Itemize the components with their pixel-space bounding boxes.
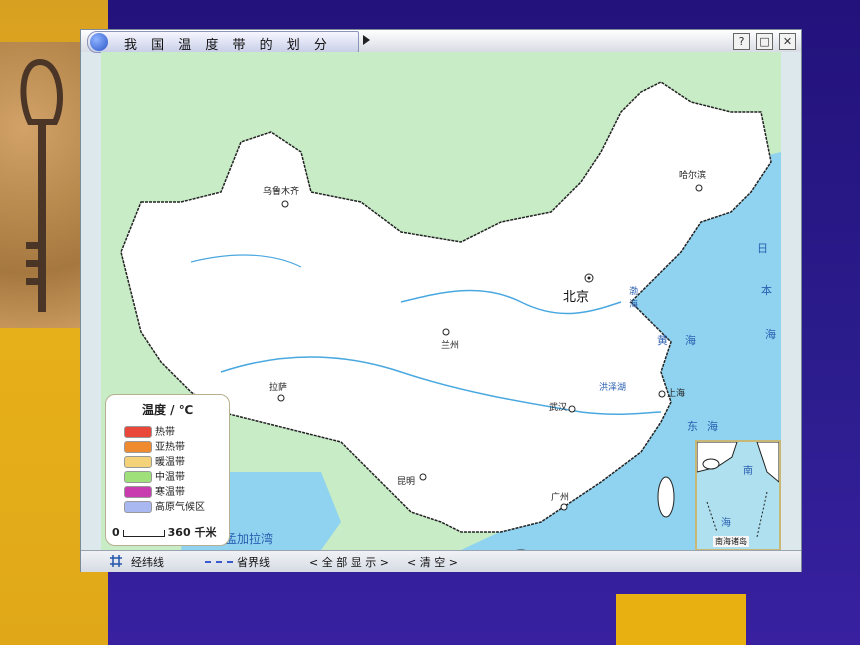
legend-label: 热带	[155, 427, 175, 438]
grid-icon[interactable]	[109, 554, 123, 568]
sea-label-riben-2: 本	[761, 284, 772, 297]
city-label-kunming: 昆明	[397, 477, 416, 487]
legend-label: 亚热带	[155, 442, 185, 453]
legend-swatch	[124, 486, 152, 498]
map-window: 我 国 温 度 带 的 划 分 ? □ ✕ 乌鲁木齐 哈尔滨 北京 兰州 拉萨 …	[80, 29, 802, 572]
sea-label-riben-3: 海	[765, 328, 776, 341]
city-marker-lanzhou[interactable]	[442, 328, 450, 336]
sea-label-huanghai-2: 海	[685, 334, 696, 347]
lake-label: 洪泽湖	[599, 383, 627, 393]
city-label-lhasa: 拉萨	[269, 383, 288, 393]
scale-bar: 0 360 千米	[112, 524, 216, 540]
legend-item-plateau: 高原气候区	[124, 498, 205, 513]
legend-label: 中温带	[155, 472, 185, 483]
title-bar: 我 国 温 度 带 的 划 分 ? □ ✕	[81, 30, 801, 53]
decor-square	[616, 594, 746, 645]
title-tab: 我 国 温 度 带 的 划 分	[87, 31, 359, 53]
help-button[interactable]: ?	[733, 33, 750, 50]
city-label-lanzhou: 兰州	[441, 341, 460, 351]
key-icon	[20, 58, 63, 312]
legend-item-subtropical: 亚热带	[124, 438, 185, 453]
sea-label-riben-1: 日	[757, 242, 768, 255]
city-marker-urumqi[interactable]	[281, 200, 289, 208]
capital-dot-beijing	[587, 276, 591, 280]
capital-label-beijing: 北京	[563, 290, 590, 305]
scale-zero: 0	[112, 526, 120, 539]
inset-label: 南海诸岛	[713, 536, 749, 547]
sea-label-bengal: 孟加拉湾	[225, 532, 274, 546]
city-label-shanghai: 上海	[667, 389, 686, 399]
legend-swatch	[124, 501, 152, 513]
south-china-sea-inset[interactable]: 南 海 南海诸岛	[695, 440, 781, 550]
scale-line	[122, 529, 165, 537]
city-marker-harbin[interactable]	[695, 184, 703, 192]
province-line-icon	[205, 561, 233, 563]
legend-swatch	[124, 471, 152, 483]
taiwan-island	[657, 476, 675, 518]
city-marker-shanghai[interactable]	[658, 390, 666, 398]
legend-swatch	[124, 426, 152, 438]
province-lines-toggle[interactable]: 省界线	[237, 554, 270, 570]
city-marker-kunming[interactable]	[419, 473, 427, 481]
legend-label: 暖温带	[155, 457, 185, 468]
legend-title: 温度 / ℃	[142, 403, 194, 417]
inset-sea-label-2: 海	[721, 518, 731, 529]
city-marker-lhasa[interactable]	[277, 394, 285, 402]
legend-label: 寒温带	[155, 487, 185, 498]
show-all-button[interactable]: < 全 部 显 示 >	[309, 554, 389, 570]
clear-button[interactable]: < 清 空 >	[407, 554, 458, 570]
window-title: 我 国 温 度 带 的 划 分	[124, 38, 332, 53]
city-marker-guangzhou[interactable]	[560, 503, 568, 511]
sea-label-huanghai-1: 黄	[657, 334, 668, 347]
inset-map	[696, 441, 780, 538]
sea-label-donghai-1: 东	[687, 420, 698, 433]
inset-sea-label-1: 南	[743, 466, 753, 477]
china-map[interactable]: 乌鲁木齐 哈尔滨 北京 兰州 拉萨 武汉 上海 昆明 广州 渤海 黄 海 东 海…	[101, 52, 781, 550]
legend-item-mid-temperate: 中温带	[124, 468, 185, 483]
legend-swatch	[124, 456, 152, 468]
sea-label-donghai-2: 海	[707, 420, 718, 433]
play-icon[interactable]	[363, 35, 370, 45]
legend-item-warm-temperate: 暖温带	[124, 453, 185, 468]
gridlines-toggle[interactable]: 经纬线	[131, 554, 164, 570]
status-bar: 经纬线 省界线 < 全 部 显 示 > < 清 空 >	[81, 550, 801, 572]
close-button[interactable]: ✕	[779, 33, 796, 50]
city-label-wuhan: 武汉	[549, 403, 568, 413]
city-label-guangzhou: 广州	[551, 493, 570, 503]
sea-label-bohai: 渤海	[629, 287, 639, 310]
temperature-legend: 温度 / ℃ 热带 亚热带 暖温带 中温带 寒温带 高原气候区 0 360 千米	[105, 394, 230, 546]
city-label-harbin: 哈尔滨	[679, 171, 707, 181]
legend-label: 高原气候区	[155, 502, 205, 513]
restore-button[interactable]: □	[756, 33, 773, 50]
legend-item-tropical: 热带	[124, 423, 175, 438]
legend-swatch	[124, 441, 152, 453]
app-logo-icon	[90, 33, 108, 51]
scale-value: 360 千米	[167, 526, 217, 539]
city-marker-wuhan[interactable]	[568, 405, 576, 413]
legend-item-cold-temperate: 寒温带	[124, 483, 185, 498]
key-photo	[0, 42, 80, 328]
city-label-urumqi: 乌鲁木齐	[263, 187, 300, 197]
